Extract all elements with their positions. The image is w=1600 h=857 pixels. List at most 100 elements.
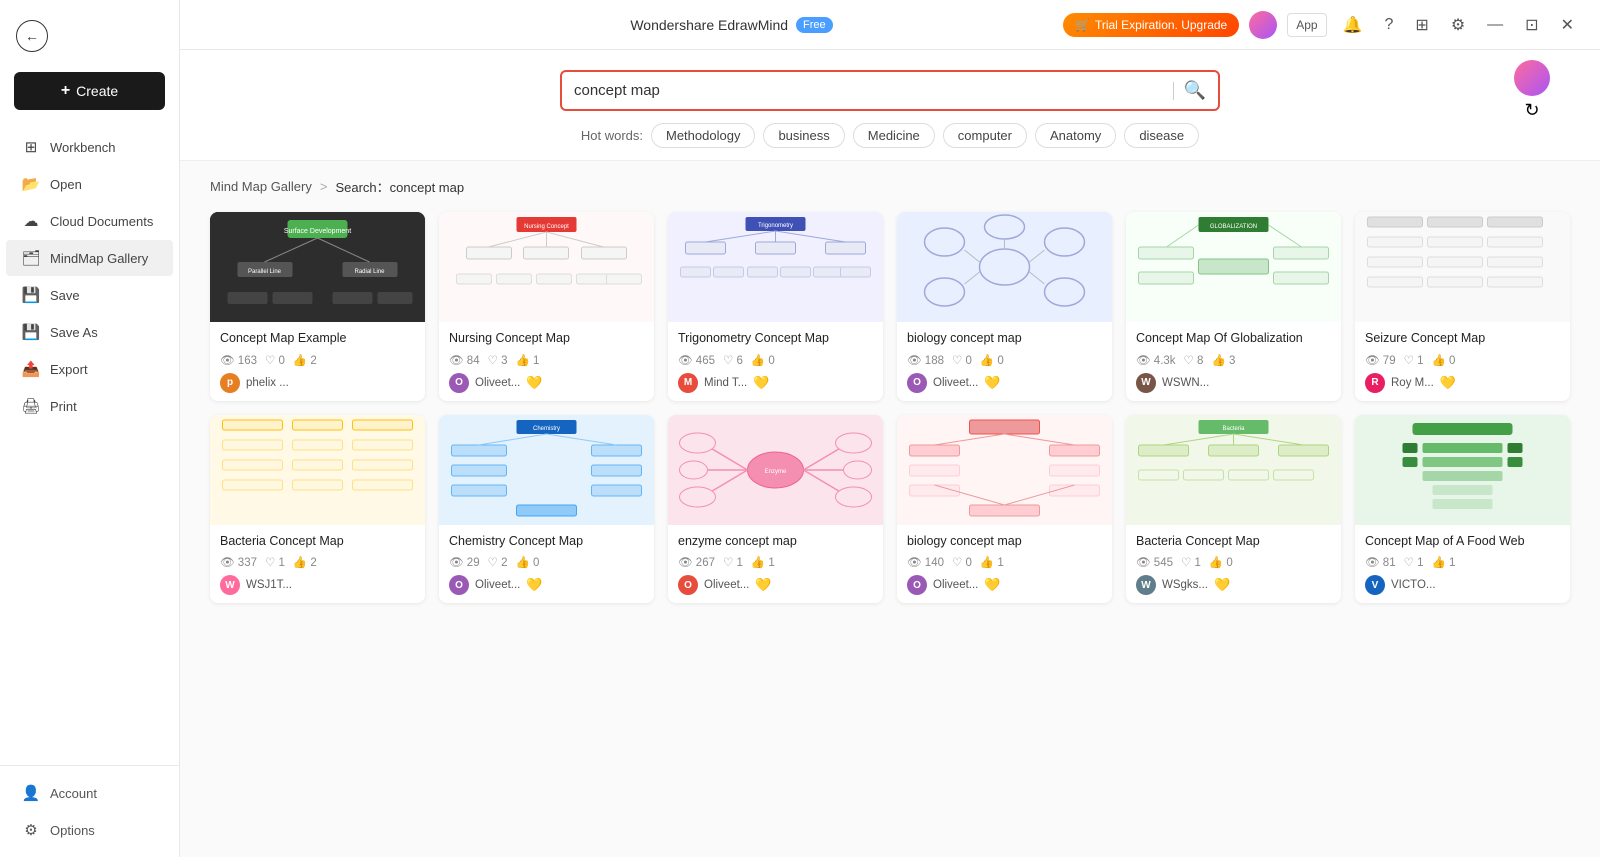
hot-tag-disease[interactable]: disease bbox=[1124, 123, 1199, 148]
create-label: Create bbox=[76, 83, 118, 99]
verified-badge: 💛 bbox=[1440, 375, 1456, 391]
hot-tag-computer[interactable]: computer bbox=[943, 123, 1027, 148]
like-count: ♡ 0 bbox=[952, 353, 972, 367]
bell-button[interactable]: 🔔 bbox=[1337, 11, 1369, 39]
app-label[interactable]: App bbox=[1287, 13, 1326, 37]
svg-text:Parallel Line: Parallel Line bbox=[248, 269, 282, 275]
topbar-right: 🛒 Trial Expiration. Upgrade App 🔔 ? ⊞ ⚙ … bbox=[1063, 11, 1580, 39]
create-button[interactable]: + Create bbox=[14, 72, 165, 110]
like-count: ♡ 1 bbox=[1404, 353, 1424, 367]
card-info: Seizure Concept Map 👁 79 ♡ 1 👍 0 R Roy M… bbox=[1355, 322, 1570, 401]
sidebar-item-label: Cloud Documents bbox=[50, 214, 153, 229]
author-name: WSgks... bbox=[1162, 579, 1208, 591]
profile-avatar[interactable] bbox=[1514, 60, 1550, 96]
breadcrumb-gallery[interactable]: Mind Map Gallery bbox=[210, 179, 312, 194]
card-item[interactable]: biology concept map 👁 140 ♡ 0 👍 1 O Oliv… bbox=[897, 415, 1112, 604]
hot-tag-methodology[interactable]: Methodology bbox=[651, 123, 755, 148]
card-title: enzyme concept map bbox=[678, 533, 873, 551]
card-info: Concept Map of A Food Web 👁 81 ♡ 1 👍 1 V… bbox=[1355, 525, 1570, 604]
sidebar-item-workbench[interactable]: ⊞ Workbench bbox=[6, 129, 173, 165]
sidebar-item-cloud[interactable]: ☁ Cloud Documents bbox=[6, 203, 173, 239]
author-avatar: R bbox=[1365, 373, 1385, 393]
hot-tag-business[interactable]: business bbox=[763, 123, 844, 148]
sidebar-item-label: Open bbox=[50, 177, 82, 192]
search-button[interactable]: 🔍 bbox=[1184, 80, 1206, 101]
sidebar-item-account[interactable]: 👤 Account bbox=[6, 775, 173, 811]
minimize-button[interactable]: — bbox=[1481, 12, 1509, 38]
card-item[interactable]: Nursing Concept Nursing Concept Map 👁 84… bbox=[439, 212, 654, 401]
like-count: ♡ 0 bbox=[952, 555, 972, 569]
trial-upgrade-button[interactable]: 🛒 Trial Expiration. Upgrade bbox=[1063, 13, 1239, 37]
card-author: O Oliveet... 💛 bbox=[449, 373, 644, 393]
card-info: Concept Map Example 👁 163 ♡ 0 👍 2 p phel… bbox=[210, 322, 425, 401]
view-count: 👁 188 bbox=[907, 353, 944, 367]
sidebar-item-export[interactable]: 📤 Export bbox=[6, 351, 173, 387]
card-item[interactable]: Bacteria Bacteria Concept Map 👁 545 ♡ 1 … bbox=[1126, 415, 1341, 604]
sidebar-item-save-as[interactable]: 💾 Save As bbox=[6, 314, 173, 350]
search-input[interactable] bbox=[574, 82, 1163, 99]
sidebar-item-options[interactable]: ⚙ Options bbox=[6, 812, 173, 848]
grid-button[interactable]: ⊞ bbox=[1409, 11, 1434, 39]
help-button[interactable]: ? bbox=[1379, 12, 1400, 38]
card-author: M Mind T... 💛 bbox=[678, 373, 873, 393]
card-author: O Oliveet... 💛 bbox=[449, 575, 644, 595]
card-title: biology concept map bbox=[907, 533, 1102, 551]
card-stats: 👁 140 ♡ 0 👍 1 bbox=[907, 555, 1102, 569]
save-icon: 💾 bbox=[22, 286, 40, 304]
author-name: Oliveet... bbox=[704, 579, 749, 591]
card-item[interactable]: Concept Map of A Food Web 👁 81 ♡ 1 👍 1 V… bbox=[1355, 415, 1570, 604]
card-item[interactable]: Bacteria Concept Map 👁 337 ♡ 1 👍 2 W WSJ… bbox=[210, 415, 425, 604]
like-count: ♡ 1 bbox=[723, 555, 743, 569]
share-count: 👍 1 bbox=[980, 555, 1004, 569]
verified-badge: 💛 bbox=[526, 577, 542, 593]
settings-button[interactable]: ⚙ bbox=[1445, 11, 1471, 39]
verified-badge: 💛 bbox=[753, 375, 769, 391]
card-author: O Oliveet... 💛 bbox=[678, 575, 873, 595]
author-name: Oliveet... bbox=[475, 579, 520, 591]
card-author: V VICTO... bbox=[1365, 575, 1560, 595]
maximize-button[interactable]: ⊡ bbox=[1519, 11, 1544, 39]
back-icon: ← bbox=[16, 20, 48, 52]
sidebar-item-mindmap-gallery[interactable]: 🗂 MindMap Gallery bbox=[6, 240, 173, 276]
breadcrumb-separator: > bbox=[320, 179, 328, 194]
author-avatar: M bbox=[678, 373, 698, 393]
card-item[interactable]: biology concept map 👁 188 ♡ 0 👍 0 O Oliv… bbox=[897, 212, 1112, 401]
sidebar-item-open[interactable]: 📂 Open bbox=[6, 166, 173, 202]
refresh-button[interactable]: ↻ bbox=[1524, 100, 1539, 121]
close-button[interactable]: ✕ bbox=[1555, 11, 1580, 39]
author-avatar: O bbox=[449, 373, 469, 393]
card-item[interactable]: Surface Development Parallel Line Radial… bbox=[210, 212, 425, 401]
card-info: Chemistry Concept Map 👁 29 ♡ 2 👍 0 O Oli… bbox=[439, 525, 654, 604]
card-item[interactable]: GLOBALIZATION Concept Map Of Globalizati… bbox=[1126, 212, 1341, 401]
card-stats: 👁 29 ♡ 2 👍 0 bbox=[449, 555, 644, 569]
card-item[interactable]: Trigonometry Trigonometry Concept Map 👁 … bbox=[668, 212, 883, 401]
hot-words: Hot words: Methodology business Medicine… bbox=[581, 123, 1199, 148]
card-item[interactable]: Seizure Concept Map 👁 79 ♡ 1 👍 0 R Roy M… bbox=[1355, 212, 1570, 401]
author-avatar: O bbox=[449, 575, 469, 595]
sidebar-item-print[interactable]: 🖨 Print bbox=[6, 388, 173, 424]
search-divider bbox=[1173, 82, 1174, 100]
card-stats: 👁 337 ♡ 1 👍 2 bbox=[220, 555, 415, 569]
breadcrumb-current: Search：concept map bbox=[335, 177, 464, 196]
cart-icon: 🛒 bbox=[1075, 18, 1090, 32]
view-count: 👁 545 bbox=[1136, 555, 1173, 569]
share-count: 👍 1 bbox=[1432, 555, 1456, 569]
hot-tag-medicine[interactable]: Medicine bbox=[853, 123, 935, 148]
card-stats: 👁 84 ♡ 3 👍 1 bbox=[449, 353, 644, 367]
card-item[interactable]: Enzyme enzyme concept map 👁 267 ♡ 1 👍 1 … bbox=[668, 415, 883, 604]
card-title: Concept Map Example bbox=[220, 330, 415, 348]
gallery-icon: 🗂 bbox=[22, 249, 40, 267]
card-item[interactable]: Chemistry Chemistry Concept Map 👁 29 ♡ 2… bbox=[439, 415, 654, 604]
back-button[interactable]: ← bbox=[0, 10, 179, 62]
hot-tag-anatomy[interactable]: Anatomy bbox=[1035, 123, 1116, 148]
card-title: Trigonometry Concept Map bbox=[678, 330, 873, 348]
like-count: ♡ 3 bbox=[488, 353, 508, 367]
card-author: W WSWN... bbox=[1136, 373, 1331, 393]
cloud-icon: ☁ bbox=[22, 212, 40, 230]
sidebar-item-save[interactable]: 💾 Save bbox=[6, 277, 173, 313]
card-stats: 👁 79 ♡ 1 👍 0 bbox=[1365, 353, 1560, 367]
card-title: Chemistry Concept Map bbox=[449, 533, 644, 551]
card-title: Seizure Concept Map bbox=[1365, 330, 1560, 348]
card-thumbnail: Enzyme bbox=[668, 415, 883, 525]
user-avatar[interactable] bbox=[1249, 11, 1277, 39]
